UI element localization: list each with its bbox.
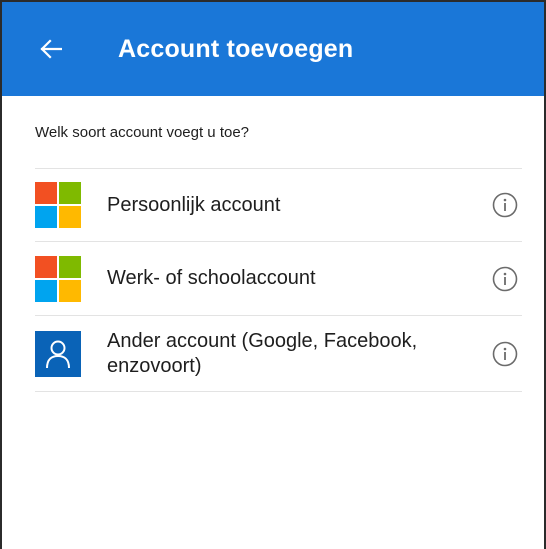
personal-account-option[interactable]: Persoonlijk account [35, 169, 522, 242]
other-account-info-button[interactable] [490, 339, 520, 369]
add-account-screen: Account toevoegen Welk soort account voe… [0, 0, 546, 549]
arrow-left-icon [40, 39, 62, 59]
microsoft-logo-icon [35, 182, 81, 228]
account-type-list: Welk soort account voegt u toe? Persoonl… [2, 124, 544, 392]
other-account-option[interactable]: Ander account (Google, Facebook, enzovoo… [35, 316, 522, 392]
person-icon [35, 330, 81, 377]
info-icon [492, 266, 518, 291]
work-school-account-option[interactable]: Werk- of schoolaccount [35, 242, 522, 316]
account-type-question: Welk soort account voegt u toe? [35, 124, 522, 169]
info-icon [492, 341, 518, 366]
personal-account-info-button[interactable] [490, 190, 520, 220]
info-icon [492, 192, 518, 218]
personal-account-label: Persoonlijk account [107, 193, 281, 216]
back-button[interactable] [24, 22, 78, 76]
app-bar: Account toevoegen [2, 2, 544, 96]
microsoft-logo-icon [35, 255, 81, 302]
page-title: Account toevoegen [118, 34, 354, 63]
other-account-label: Ander account (Google, Facebook, enzovoo… [107, 329, 418, 377]
work-school-account-info-button[interactable] [490, 264, 520, 294]
work-school-account-label: Werk- of schoolaccount [107, 267, 316, 289]
